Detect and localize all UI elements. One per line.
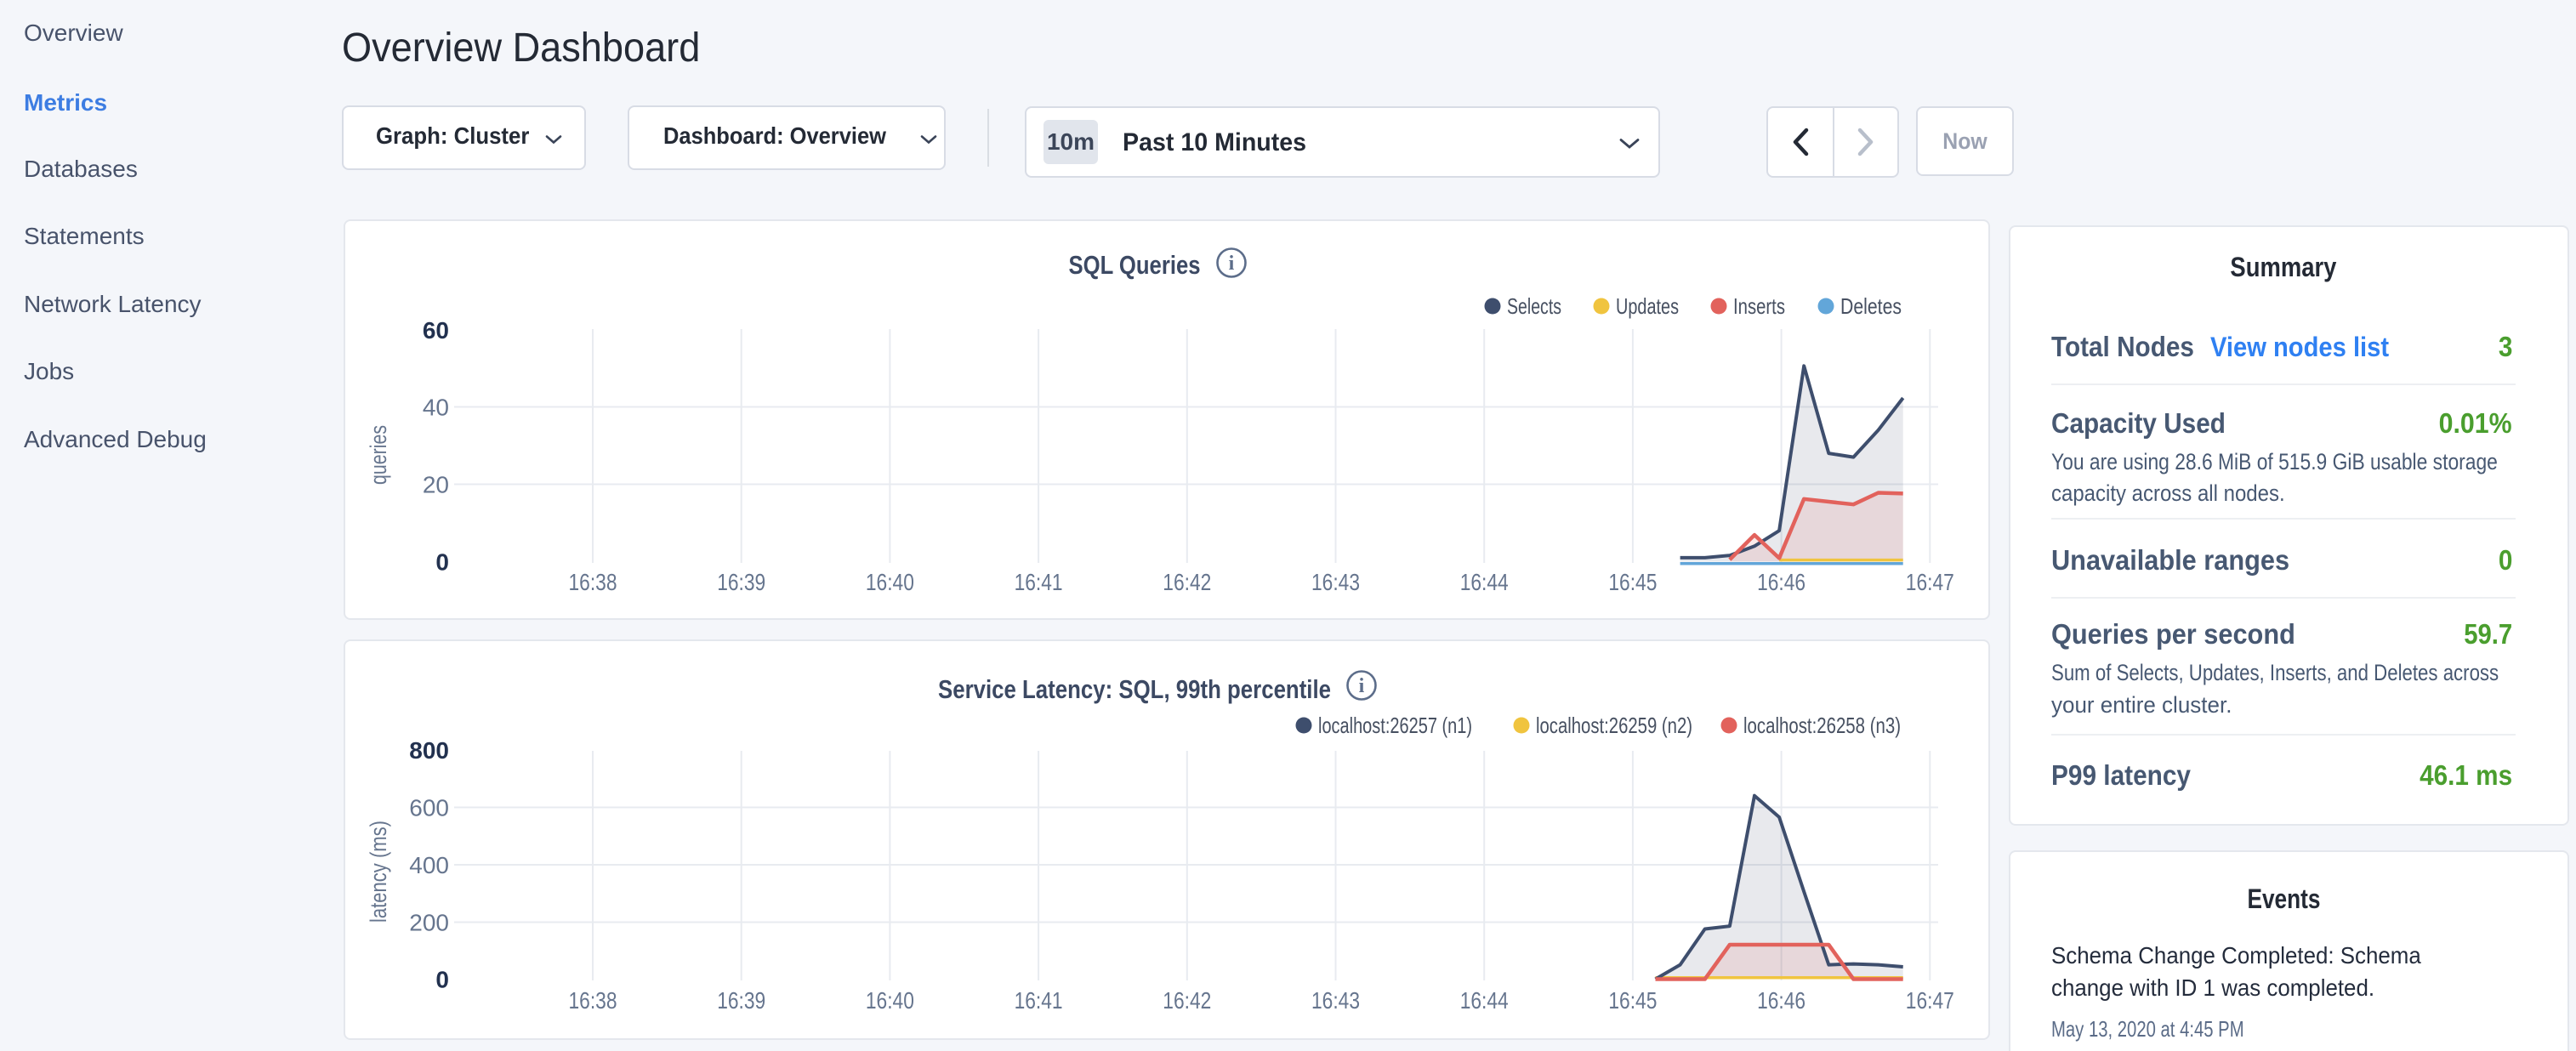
svg-text:60: 60 — [423, 317, 449, 344]
svg-text:16:43: 16:43 — [1311, 987, 1360, 1014]
svg-text:SQL Queries: SQL Queries — [1069, 250, 1201, 280]
svg-text:latency (ms): latency (ms) — [366, 821, 391, 923]
svg-text:16:46: 16:46 — [1757, 987, 1805, 1014]
svg-text:600: 600 — [409, 795, 449, 821]
svg-text:16:40: 16:40 — [866, 569, 914, 595]
svg-text:16:44: 16:44 — [1460, 569, 1509, 595]
svg-text:16:47: 16:47 — [1906, 569, 1954, 595]
svg-text:Updates: Updates — [1616, 293, 1679, 319]
svg-text:0: 0 — [435, 967, 449, 993]
svg-text:queries: queries — [366, 425, 391, 485]
svg-text:16:45: 16:45 — [1608, 987, 1657, 1014]
svg-text:16:47: 16:47 — [1906, 987, 1954, 1014]
svg-text:200: 200 — [409, 910, 449, 936]
svg-text:16:38: 16:38 — [569, 987, 617, 1014]
svg-text:i: i — [1359, 675, 1365, 697]
svg-text:Service Latency: SQL, 99th per: Service Latency: SQL, 99th percentile — [938, 674, 1331, 704]
svg-text:16:45: 16:45 — [1608, 569, 1657, 595]
svg-text:localhost:26257 (n1): localhost:26257 (n1) — [1318, 713, 1472, 738]
svg-text:16:42: 16:42 — [1163, 987, 1211, 1014]
svg-text:16:40: 16:40 — [866, 987, 914, 1014]
svg-text:16:44: 16:44 — [1460, 987, 1509, 1014]
svg-text:16:41: 16:41 — [1015, 987, 1063, 1014]
svg-text:0: 0 — [435, 549, 449, 576]
svg-text:16:43: 16:43 — [1311, 569, 1360, 595]
svg-text:Selects: Selects — [1507, 293, 1561, 319]
svg-text:16:39: 16:39 — [717, 987, 765, 1014]
svg-text:20: 20 — [423, 472, 449, 498]
svg-text:400: 400 — [409, 852, 449, 878]
svg-text:i: i — [1229, 253, 1235, 275]
svg-text:Inserts: Inserts — [1733, 293, 1785, 319]
svg-text:localhost:26258 (n3): localhost:26258 (n3) — [1743, 713, 1901, 738]
svg-text:16:39: 16:39 — [717, 569, 765, 595]
svg-text:800: 800 — [409, 737, 449, 764]
svg-text:16:41: 16:41 — [1015, 569, 1063, 595]
svg-text:Deletes: Deletes — [1840, 293, 1902, 319]
svg-text:40: 40 — [423, 395, 449, 421]
svg-text:16:38: 16:38 — [569, 569, 617, 595]
svg-text:localhost:26259 (n2): localhost:26259 (n2) — [1536, 713, 1692, 738]
svg-text:16:46: 16:46 — [1757, 569, 1805, 595]
svg-text:16:42: 16:42 — [1163, 569, 1211, 595]
